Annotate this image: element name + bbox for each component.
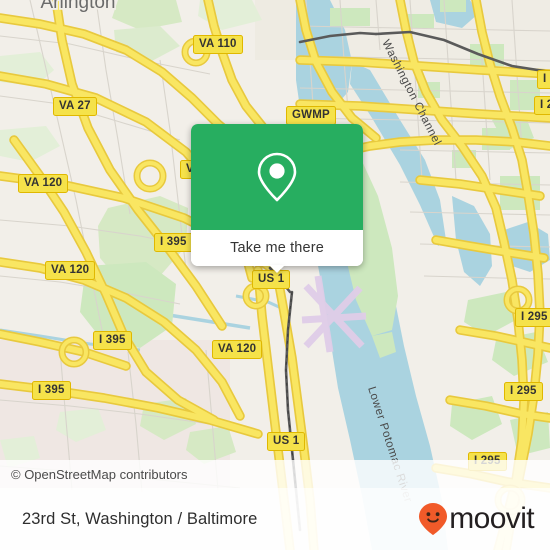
moovit-wordmark: moovit	[449, 502, 534, 535]
take-me-there-button[interactable]: Take me there	[191, 230, 363, 266]
road-shield: VA 27	[53, 97, 97, 116]
road-shield: VA 110	[193, 35, 243, 54]
road-shield: I 295	[504, 382, 543, 401]
moovit-smiley-pin-icon	[419, 503, 448, 535]
road-shield: GWMP	[286, 106, 336, 125]
moovit-brand[interactable]: moovit	[418, 502, 550, 536]
road-shield: US 1	[267, 432, 306, 451]
destination-card[interactable]: Take me there	[191, 124, 363, 273]
moovit-map-screen: Arlington Washington Channel Lower Potom…	[0, 0, 550, 550]
footer-bar: 23rd St, Washington / Baltimore moovit	[0, 488, 550, 550]
road-shield: I 295	[534, 96, 550, 115]
road-shield: I 295	[515, 308, 550, 327]
road-shield: VA 120	[45, 261, 96, 280]
road-shield: VA 120	[18, 174, 69, 193]
road-shield: I 395	[154, 233, 193, 252]
road-shield: I 695	[537, 70, 550, 89]
road-shield: I 395	[32, 381, 71, 400]
map-pin-icon	[257, 152, 297, 202]
card-pointer-tail	[269, 265, 285, 273]
location-title: 23rd St, Washington / Baltimore	[22, 509, 258, 528]
card-image-area	[191, 124, 363, 230]
take-me-there-label: Take me there	[230, 240, 324, 256]
osm-attribution-text[interactable]: © OpenStreetMap contributors	[0, 467, 188, 482]
map-attribution-bar: © OpenStreetMap contributors	[0, 460, 550, 488]
road-shield: VA 120	[212, 340, 263, 359]
road-shield: I 395	[93, 331, 132, 350]
